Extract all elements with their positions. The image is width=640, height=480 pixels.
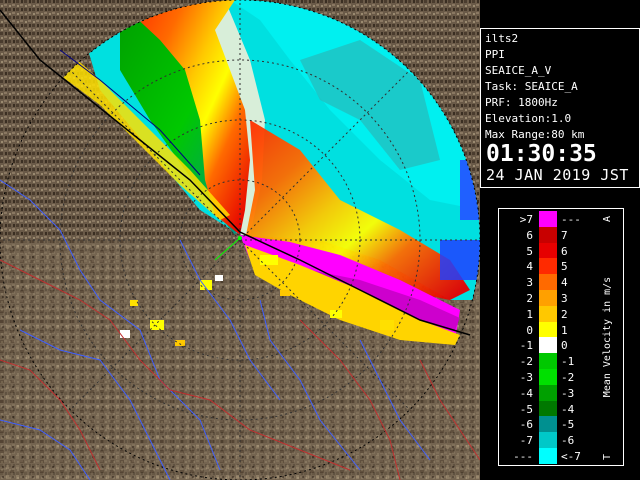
legend-color-swatch [539,384,557,401]
legend-lower-bound: -2 [519,355,533,369]
velocity-legend: >7 --- 6 7 5 6 4 5 3 4 2 3 1 2 0 1 -1 0 -2 -1 -3 -2 -4 -3 -5 -4 -6… [498,208,624,466]
prf-value: PRF: 1800Hz [485,96,558,109]
legend-lower-bound: -4 [519,386,533,400]
legend-color-swatch [539,416,557,433]
legend-title: Mean Velocity in m/s [602,277,613,397]
legend-upper-bound: 5 [561,260,568,274]
legend-lower-bound: -3 [519,371,533,384]
legend-upper-bound: 0 [561,339,568,353]
legend-lower-bound: 1 [526,307,533,321]
legend-upper-bound: -6 [561,434,575,448]
legend-color-swatch [539,211,557,227]
legend-upper-bound: 4 [561,276,568,290]
legend-upper-bound: 6 [561,244,568,258]
legend-color-swatch [539,448,557,464]
scan-time: 01:30:35 [486,141,597,167]
scan-mode: PPI [485,48,505,61]
legend-color-swatch [539,290,557,306]
legend-color-swatch [539,305,557,322]
legend-lower-bound: -6 [519,418,533,432]
product-name: SEAICE_A_V [485,64,552,77]
legend-upper-bound: 2 [561,307,568,321]
legend-color-swatch [539,432,557,449]
legend-upper-bound: 3 [561,292,568,305]
legend-color-swatch [539,274,557,291]
legend-lower-bound: 6 [526,228,533,242]
radar-info-panel: ilts2 PPI SEAICE_A_V Task: SEAICE_A PRF:… [480,28,640,188]
max-range-value: Max Range:80 km [485,128,585,141]
legend-color-swatch [539,400,557,417]
legend-upper-bound: -5 [561,418,575,432]
legend-color-swatch [539,226,557,243]
legend-color-swatch [539,258,557,275]
legend-color-swatch [539,337,557,354]
task-name: Task: SEAICE_A [485,80,578,93]
site-name: ilts2 [485,32,519,45]
legend-upper-bound: <-7 [561,450,581,463]
legend-lower-bound: -1 [519,339,533,353]
radar-ppi-map[interactable] [0,0,480,480]
legend-top-marker: A [602,216,613,222]
legend-color-swatch [539,353,557,370]
legend-lower-bound: >7 [519,213,533,226]
legend-upper-bound: -4 [561,402,575,416]
legend-upper-bound: -1 [561,355,575,369]
elevation-value: Elevation:1.0 [485,112,572,125]
legend-bottom-marker: T [602,454,613,460]
legend-lower-bound: -5 [519,402,533,416]
legend-lower-bound: -7 [519,434,533,448]
legend-upper-bound: 7 [561,228,568,242]
legend-lower-bound: 4 [526,260,533,274]
legend-lower-bound: 0 [526,323,533,337]
legend-color-swatch [539,321,557,338]
legend-lower-bound: --- [513,450,533,463]
legend-upper-bound: -3 [561,386,575,400]
legend-lower-bound: 5 [526,244,533,258]
legend-upper-bound: --- [561,213,581,226]
scan-date: 24 JAN 2019 JST [486,166,629,184]
legend-lower-bound: 3 [526,276,533,290]
legend-lower-bound: 2 [526,292,533,305]
legend-upper-bound: -2 [561,371,575,384]
legend-upper-bound: 1 [561,323,568,337]
legend-title-vertical: A Mean Velocity in m/s T [602,216,613,460]
legend-color-swatch [539,369,557,385]
legend-color-swatch [539,242,557,259]
